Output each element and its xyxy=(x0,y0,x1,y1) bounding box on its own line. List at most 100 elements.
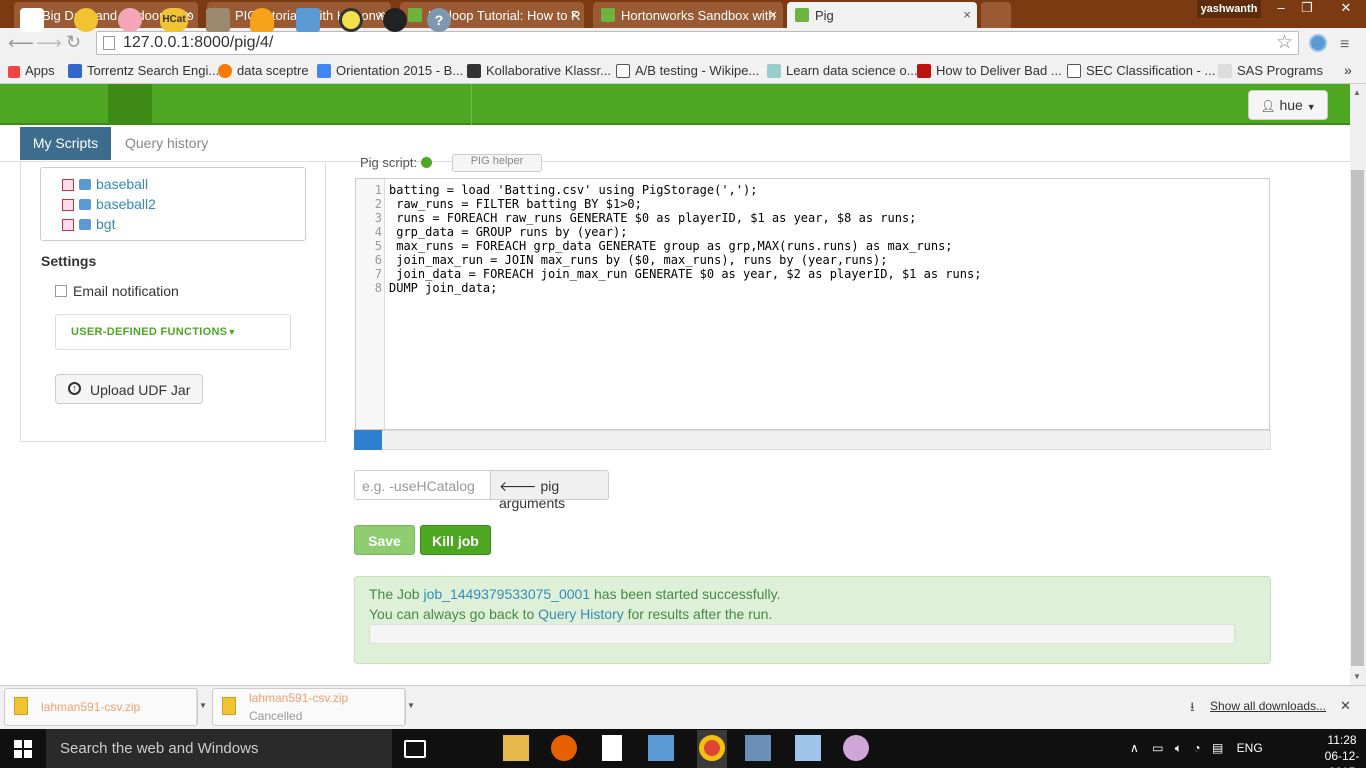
pig-icon[interactable] xyxy=(118,8,142,32)
bookmark-data-sceptre[interactable]: data sceptre xyxy=(218,63,309,78)
pig-arguments-button[interactable]: 🡐︎ pig arguments xyxy=(490,470,609,511)
bookmark-ab-testing[interactable]: A/B testing - Wikipe... xyxy=(616,63,759,78)
volume-icon[interactable]: 🔈︎ xyxy=(1175,741,1182,755)
bookmark-orientation[interactable]: Orientation 2015 - B... xyxy=(317,63,463,78)
windows-start-icon[interactable] xyxy=(14,740,32,758)
scroll-down-icon[interactable]: ▼ xyxy=(1353,672,1361,681)
download-menu-icon[interactable]: ▼ xyxy=(404,688,416,726)
taskbar-search[interactable]: Search the web and Windows xyxy=(46,729,392,768)
menu-icon[interactable]: ≡ xyxy=(1340,36,1349,54)
address-bar[interactable]: 127.0.0.1:8000/pig/4/ xyxy=(96,31,1299,55)
restore-button[interactable]: ❐ xyxy=(1292,0,1322,20)
bookmark-apps[interactable]: Apps xyxy=(8,63,55,78)
paint-icon[interactable] xyxy=(843,735,869,761)
reload-icon[interactable]: ↻ xyxy=(66,32,81,53)
hue-navbar xyxy=(0,84,1350,125)
firefox-icon[interactable] xyxy=(551,735,577,761)
bookmark-sas-programs[interactable]: SAS Programs xyxy=(1218,63,1323,78)
app-icon[interactable] xyxy=(795,735,821,761)
store-icon[interactable] xyxy=(602,735,622,761)
bookmark-deliver-bad[interactable]: How to Deliver Bad ... xyxy=(917,63,1062,78)
line-number: 4 xyxy=(374,225,382,239)
script-baseball[interactable]: baseball xyxy=(96,176,148,192)
tab-query-history[interactable]: Query history xyxy=(125,135,208,151)
udf-toggle[interactable]: USER-DEFINED FUNCTIONS▼ xyxy=(71,326,237,338)
tab-title: Hortonworks Sandbox with xyxy=(621,8,776,23)
tab-close-icon[interactable]: × xyxy=(769,7,777,22)
help-badge-icon xyxy=(420,157,432,168)
script-file-icon xyxy=(79,179,91,190)
editor-resize-bar[interactable] xyxy=(354,430,1271,450)
zookeeper-icon[interactable] xyxy=(339,8,363,32)
bookmark-learn-data-science[interactable]: Learn data science o... xyxy=(767,63,918,78)
bookmarks-more-icon[interactable]: » xyxy=(1344,62,1352,78)
extension-icon[interactable] xyxy=(1309,34,1327,52)
download-icon: ⭳ xyxy=(1190,699,1195,714)
pig-nav-active[interactable] xyxy=(108,84,152,125)
tray-chevron-icon[interactable]: ∧ xyxy=(1130,741,1139,755)
bookmark-kollaborative[interactable]: Kollaborative Klassr... xyxy=(467,63,611,78)
upload-icon: ↑ xyxy=(68,382,81,395)
help-icon[interactable]: ? xyxy=(427,8,451,32)
chrome-icon[interactable] xyxy=(699,735,725,761)
pig-script-tab[interactable]: Pig script: xyxy=(360,155,432,170)
user-menu-button[interactable]: 👤︎ hue ▼ xyxy=(1248,90,1328,120)
email-notification-label: Email notification xyxy=(73,283,179,299)
line-number: 2 xyxy=(374,197,382,211)
task-view-icon[interactable] xyxy=(404,740,426,758)
clock-date: 06-12-2015 xyxy=(1324,749,1360,768)
close-downloads-icon[interactable]: ✕ xyxy=(1340,698,1351,714)
hcat-icon[interactable]: HCat xyxy=(160,8,188,32)
download-filename: lahman591-csv.zip xyxy=(41,700,141,714)
tab-my-scripts[interactable]: My Scripts xyxy=(20,127,111,160)
tab-pig[interactable]: Pig × xyxy=(787,2,977,28)
script-baseball2[interactable]: baseball2 xyxy=(96,196,156,212)
show-all-downloads-link[interactable]: Show all downloads... xyxy=(1210,699,1326,713)
browser-profile[interactable]: yashwanth xyxy=(1197,0,1261,18)
query-history-link[interactable]: Query History xyxy=(538,606,624,622)
resize-handle[interactable] xyxy=(354,430,382,450)
app-icon[interactable] xyxy=(648,735,674,761)
pig-arguments-input[interactable]: e.g. -useHCatalog xyxy=(354,470,491,500)
tab-close-icon[interactable]: × xyxy=(570,7,578,22)
notification-icon[interactable]: ▤ xyxy=(1212,741,1223,755)
oozie-icon[interactable] xyxy=(296,8,320,32)
download-status: Cancelled xyxy=(249,709,303,723)
taskbar-clock[interactable]: 11:28 06-12-2015 xyxy=(1318,732,1366,768)
bookmark-sec-classification[interactable]: SEC Classification - ... xyxy=(1067,63,1215,78)
hue-logo-icon[interactable] xyxy=(20,8,44,32)
user-admin-icon[interactable] xyxy=(383,8,407,32)
beeswax-icon[interactable] xyxy=(74,8,98,32)
bookmark-torrentz[interactable]: Torrentz Search Engi... xyxy=(68,63,219,78)
back-icon[interactable]: ⟵ xyxy=(8,33,34,54)
wifi-icon[interactable]: ◔ xyxy=(1193,741,1200,755)
tab-close-icon[interactable]: × xyxy=(963,7,971,22)
scrollbar-thumb[interactable] xyxy=(1351,170,1364,666)
scroll-up-icon[interactable]: ▲ xyxy=(1353,88,1361,97)
delete-script-icon[interactable] xyxy=(62,199,74,211)
delete-script-icon[interactable] xyxy=(62,179,74,191)
kill-job-button[interactable]: Kill job xyxy=(420,525,491,555)
bookmark-star-icon[interactable]: ☆ xyxy=(1276,31,1293,54)
apps-icon xyxy=(8,66,20,78)
tab-hortonworks-sandbox[interactable]: Hortonworks Sandbox with × xyxy=(593,2,783,28)
save-button[interactable]: Save xyxy=(354,525,415,555)
delete-script-icon[interactable] xyxy=(62,219,74,231)
virtualbox-icon[interactable] xyxy=(745,735,771,761)
system-tray[interactable]: ∧ ▭ 🔈︎ ◔ ▤ ENG xyxy=(1130,741,1263,756)
language-indicator[interactable]: ENG xyxy=(1237,741,1263,755)
zip-file-icon xyxy=(222,697,236,715)
forward-icon[interactable]: ⟶ xyxy=(36,33,62,54)
download-menu-icon[interactable]: ▼ xyxy=(196,688,208,726)
job-id-link[interactable]: job_1449379533075_0001 xyxy=(423,586,590,602)
network-icon[interactable]: ▭ xyxy=(1152,741,1163,755)
zip-file-icon xyxy=(14,697,28,715)
pig-helper-button[interactable]: PIG helper xyxy=(452,154,542,172)
close-window-button[interactable]: ✕ xyxy=(1326,0,1366,20)
job-browser-icon[interactable] xyxy=(250,8,274,32)
file-explorer-icon[interactable] xyxy=(503,735,529,761)
file-browser-icon[interactable] xyxy=(206,8,230,32)
script-bgt[interactable]: bgt xyxy=(96,216,115,232)
new-tab-button[interactable] xyxy=(981,2,1011,28)
email-notification-checkbox[interactable] xyxy=(55,285,67,297)
